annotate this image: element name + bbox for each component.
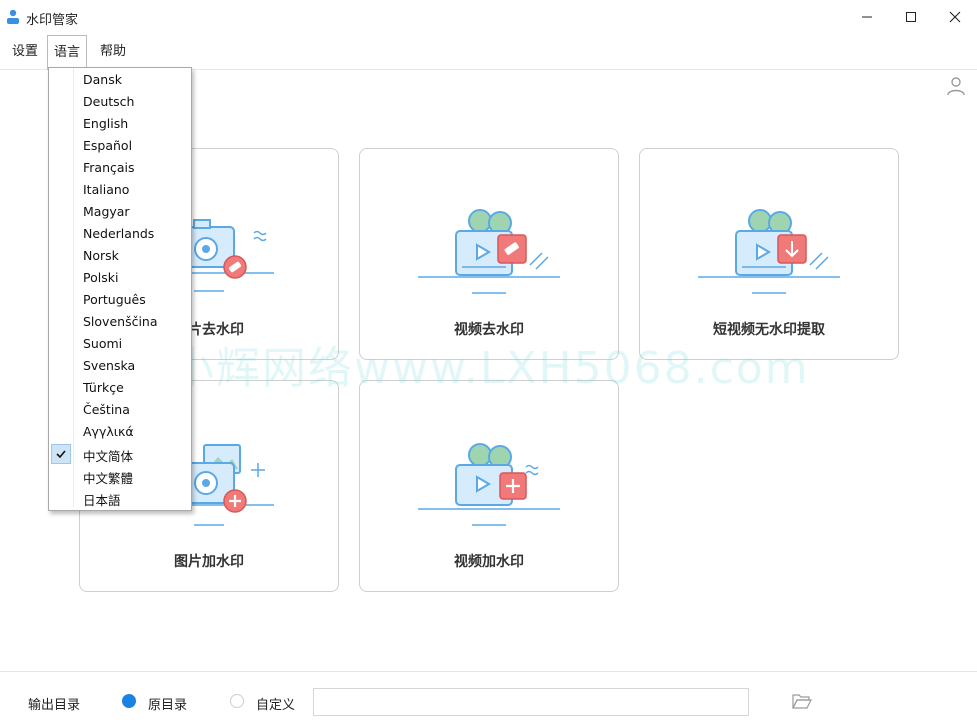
minimize-icon xyxy=(862,16,872,18)
language-option[interactable]: Nederlands xyxy=(49,223,191,245)
checkmark-icon xyxy=(51,444,71,464)
card-video-remove-watermark[interactable]: 视频去水印 xyxy=(359,148,619,360)
language-option-label: Αγγλικά xyxy=(83,424,134,439)
output-directory-label: 输出目录 xyxy=(28,698,81,713)
output-path-input[interactable] xyxy=(313,688,749,716)
video-download-icon xyxy=(698,209,840,294)
card-label: 视频加水印 xyxy=(454,554,524,570)
maximize-button[interactable] xyxy=(889,2,933,32)
app-logo-icon xyxy=(7,9,19,24)
language-option[interactable]: 中文简体 xyxy=(49,443,191,465)
language-option-label: Italiano xyxy=(83,182,130,197)
language-option-label: Dansk xyxy=(83,72,122,87)
minimize-button[interactable] xyxy=(845,2,889,32)
language-option[interactable]: Italiano xyxy=(49,179,191,201)
language-option-label: Norsk xyxy=(83,248,119,263)
language-option[interactable]: Suomi xyxy=(49,333,191,355)
language-option-label: Deutsch xyxy=(83,94,135,109)
language-option[interactable]: Español xyxy=(49,135,191,157)
language-option[interactable]: Slovenščina xyxy=(49,311,191,333)
language-option[interactable]: Αγγλικά xyxy=(49,421,191,443)
video-plus-icon xyxy=(418,443,560,526)
title-bar: 水印管家 xyxy=(0,0,977,34)
language-option[interactable]: Magyar xyxy=(49,201,191,223)
folder-open-icon[interactable] xyxy=(792,693,812,709)
language-option-label: Suomi xyxy=(83,336,123,351)
language-option-label: Français xyxy=(83,160,135,175)
language-option-label: Slovenščina xyxy=(83,314,158,329)
language-option-label: Polski xyxy=(83,270,119,285)
language-option[interactable]: 中文繁體 xyxy=(49,465,191,487)
language-option-label: Türkçe xyxy=(83,380,124,395)
language-option-label: Nederlands xyxy=(83,226,155,241)
close-button[interactable] xyxy=(933,2,977,32)
custom-directory-label[interactable]: 自定义 xyxy=(256,694,295,713)
language-option[interactable]: Türkçe xyxy=(49,377,191,399)
language-option[interactable]: Português xyxy=(49,289,191,311)
radio-original-directory[interactable] xyxy=(122,694,136,708)
radio-custom-directory[interactable] xyxy=(230,694,244,708)
language-option-label: 中文繁體 xyxy=(83,471,134,486)
language-option-label: Español xyxy=(83,138,133,153)
language-option[interactable]: Polski xyxy=(49,267,191,289)
language-option[interactable]: 日本語 xyxy=(49,487,191,509)
language-option[interactable]: Čeština xyxy=(49,399,191,421)
menu-settings[interactable]: 设置 xyxy=(6,34,44,69)
output-settings-bar: 输出目录 原目录 自定义 xyxy=(0,671,977,728)
window-title: 水印管家 xyxy=(26,13,79,28)
card-short-video-extract[interactable]: 短视频无水印提取 xyxy=(639,148,899,360)
menu-bar: 设置 语言 帮助 xyxy=(0,34,977,96)
language-option-label: Português xyxy=(83,292,146,307)
close-icon xyxy=(949,11,961,23)
language-option-label: Svenska xyxy=(83,358,136,373)
menu-help[interactable]: 帮助 xyxy=(94,34,132,69)
language-option-label: Magyar xyxy=(83,204,130,219)
language-option[interactable]: Français xyxy=(49,157,191,179)
language-option-label: 中文简体 xyxy=(83,449,134,464)
language-option[interactable]: Deutsch xyxy=(49,91,191,113)
menu-language[interactable]: 语言 xyxy=(47,35,88,70)
user-account-icon[interactable] xyxy=(946,76,966,96)
language-option-label: 日本語 xyxy=(83,493,121,508)
video-eraser-icon xyxy=(418,209,560,294)
card-label: 图片加水印 xyxy=(174,554,244,570)
language-dropdown-menu: Dansk Deutsch English Español Français Italia… xyxy=(48,67,192,511)
language-option[interactable]: Norsk xyxy=(49,245,191,267)
watermark-overlay: 小辉网络www.LXH5068.com xyxy=(170,343,810,394)
language-option[interactable]: English xyxy=(49,113,191,135)
language-option[interactable]: Svenska xyxy=(49,355,191,377)
language-option-label: Čeština xyxy=(83,402,130,417)
card-video-add-watermark[interactable]: 视频加水印 xyxy=(359,380,619,592)
maximize-icon xyxy=(906,12,916,22)
language-option[interactable]: Dansk xyxy=(49,69,191,91)
language-option-label: English xyxy=(83,116,129,131)
original-directory-label[interactable]: 原目录 xyxy=(148,694,187,713)
